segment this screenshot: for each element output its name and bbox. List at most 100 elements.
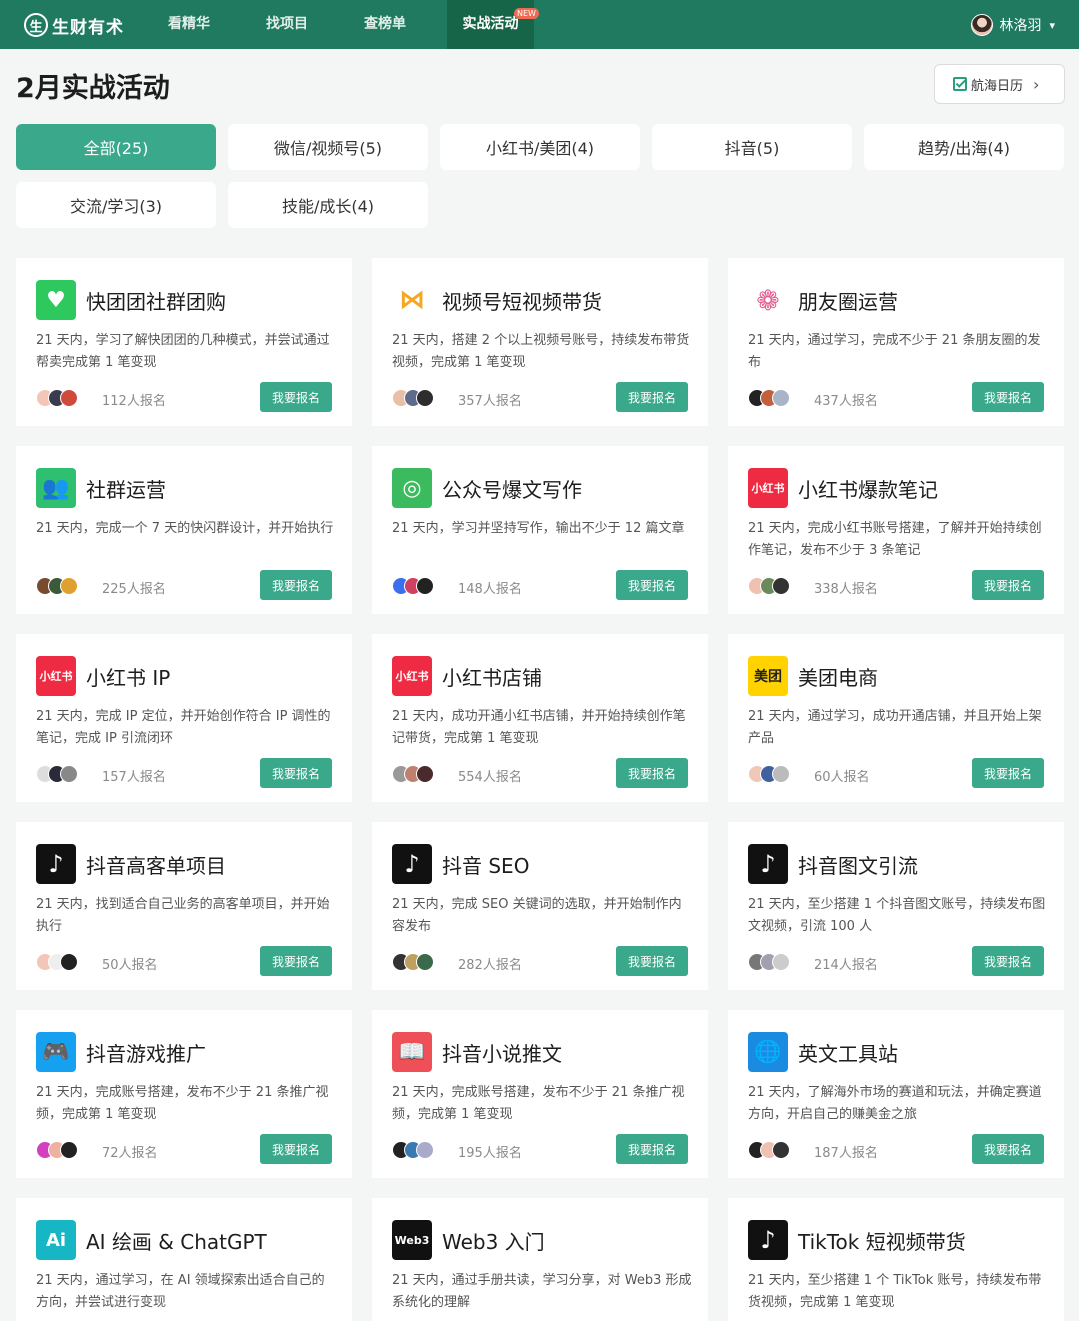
signup-button[interactable]: 我要报名 [616,946,688,976]
activity-card[interactable]: 📖 抖音小说推文 21 天内，完成账号搭建，发布不少于 21 条推广视频，完成第 1… [372,1010,708,1178]
participant-avatars [392,953,442,971]
filter-tab[interactable]: 技能/成长(4) [228,182,428,228]
filter-tab[interactable]: 趋势/出海(4) [864,124,1064,170]
card-header: ♪ 抖音 SEO [392,844,529,884]
site-logo[interactable]: 生 生财有术 [24,11,124,39]
card-description: 21 天内，通过学习，在 AI 领域探索出适合自己的方向，并尝试进行变现 [36,1273,325,1310]
avatar [772,389,790,407]
activity-card[interactable]: 小红书 小红书 IP 21 天内，完成 IP 定位，并开始创作符合 IP 调性的笔记… [16,634,352,802]
nav-activities[interactable]: 实战活动 NEW [447,0,539,49]
calendar-button[interactable]: 航海日历 › [934,64,1065,104]
card-title[interactable]: 抖音 SEO [442,850,529,879]
activity-card[interactable]: Web3 Web3 入门 21 天内，通过手册共读，学习分享，对 Web3 形成系统… [372,1198,708,1321]
avatar [60,389,78,407]
participant-avatars [36,953,86,971]
signup-button[interactable]: 我要报名 [616,570,688,600]
card-footer: 214人报名 我要报名 [748,946,1044,976]
nav-rankings[interactable]: 查榜单 [343,0,427,49]
signup-button[interactable]: 我要报名 [972,570,1044,600]
nav-find-projects[interactable]: 找项目 [245,0,329,49]
participant-avatars [748,765,798,783]
filter-tab[interactable]: 抖音(5) [652,124,852,170]
signup-button[interactable]: 我要报名 [260,758,332,788]
nav-highlights[interactable]: 看精华 [147,0,231,49]
activity-card[interactable]: 👥 社群运营 21 天内，完成一个 7 天的快闪群设计，并开始执行 225人报名 我要报… [16,446,352,614]
card-footer: 187人报名 我要报名 [748,1134,1044,1164]
filter-tab[interactable]: 微信/视频号(5) [228,124,428,170]
card-title[interactable]: 社群运营 [86,474,166,503]
filter-tab[interactable]: 全部(25) [16,124,216,170]
card-title[interactable]: 抖音高客单项目 [86,850,226,879]
nav-activities-label: 实战活动 [462,16,519,32]
card-description: 21 天内，通过学习，成功开通店铺，并且开始上架产品 [748,709,1042,746]
card-header: 小红书 小红书 IP [36,656,170,696]
activity-card[interactable]: 🎮 抖音游戏推广 21 天内，完成账号搭建，发布不少于 21 条推广视频，完成第 1… [16,1010,352,1178]
card-header: 小红书 小红书店铺 [392,656,542,696]
activity-card[interactable]: 小红书 小红书爆款笔记 21 天内，完成小红书账号搭建，了解并开始持续创作笔记，发布… [728,446,1064,614]
signup-button[interactable]: 我要报名 [260,1134,332,1164]
card-title[interactable]: 抖音图文引流 [798,850,918,879]
signup-count: 554人报名 [458,770,522,785]
card-header: 🌐 英文工具站 [748,1032,898,1072]
channels-icon: ⋈ [392,280,432,320]
user-menu[interactable]: 林洛羽 ▾ [971,12,1055,38]
avatar [60,765,78,783]
card-title[interactable]: 抖音游戏推广 [86,1038,206,1067]
activity-card[interactable]: 🌐 英文工具站 21 天内，了解海外市场的赛道和玩法，并确定赛道方向，开启自己的赚美… [728,1010,1064,1178]
card-title[interactable]: 小红书爆款笔记 [798,474,938,503]
card-footer: 195人报名 我要报名 [392,1134,688,1164]
card-title[interactable]: 视频号短视频带货 [442,286,602,315]
card-title[interactable]: Web3 入门 [442,1226,545,1255]
signup-button[interactable]: 我要报名 [972,1134,1044,1164]
card-title[interactable]: 小红书 IP [86,662,170,691]
signup-button[interactable]: 我要报名 [972,758,1044,788]
card-title[interactable]: 小红书店铺 [442,662,542,691]
activity-card[interactable]: ❁ 朋友圈运营 21 天内，通过学习，完成不少于 21 条朋友圈的发布 437人报名 我… [728,258,1064,426]
activity-card[interactable]: ♪ 抖音高客单项目 21 天内，找到适合自己业务的高客单项目，并开始执行 50人报名 我… [16,822,352,990]
card-title[interactable]: 英文工具站 [798,1038,898,1067]
activity-card[interactable]: 美团 美团电商 21 天内，通过学习，成功开通店铺，并且开始上架产品 60人报名 我要报… [728,634,1064,802]
signup-button[interactable]: 我要报名 [972,946,1044,976]
calendar-label: 航海日历 [971,78,1024,94]
signup-button[interactable]: 我要报名 [260,382,332,412]
participant-avatars [36,577,86,595]
activity-card[interactable]: Ai AI 绘画 & ChatGPT 21 天内，通过学习，在 AI 领域探索出适合… [16,1198,352,1321]
card-header: ❁ 朋友圈运营 [748,280,898,320]
activity-card[interactable]: 小红书 小红书店铺 21 天内，成功开通小红书店铺，并开始持续创作笔记带货，完成第 … [372,634,708,802]
activity-card[interactable]: ♥ 快团团社群团购 21 天内，学习了解快团团的几种模式，并尝试通过帮卖完成第 1 … [16,258,352,426]
signup-button[interactable]: 我要报名 [972,382,1044,412]
card-footer: 112人报名 我要报名 [36,382,332,412]
card-description: 21 天内，成功开通小红书店铺，并开始持续创作笔记带货，完成第 1 笔变现 [392,709,686,746]
card-title[interactable]: 朋友圈运营 [798,286,898,315]
card-title[interactable]: 抖音小说推文 [442,1038,562,1067]
card-description: 21 天内，完成小红书账号搭建，了解并开始持续创作笔记，发布不少于 3 条笔记 [748,521,1042,558]
signup-button[interactable]: 我要报名 [616,1134,688,1164]
card-title[interactable]: 美团电商 [798,662,878,691]
signup-count: 357人报名 [458,394,522,409]
user-avatar [971,14,994,36]
signup-button[interactable]: 我要报名 [616,382,688,412]
activity-card[interactable]: ⋈ 视频号短视频带货 21 天内，搭建 2 个以上视频号账号，持续发布带货视频，完成… [372,258,708,426]
card-description: 21 天内，完成账号搭建，发布不少于 21 条推广视频，完成第 1 笔变现 [36,1085,329,1122]
community-icon: 👥 [36,468,76,508]
card-title[interactable]: TikTok 短视频带货 [798,1226,966,1255]
signup-button[interactable]: 我要报名 [616,758,688,788]
signup-button[interactable]: 我要报名 [260,946,332,976]
card-description: 21 天内，至少搭建 1 个 TikTok 账号，持续发布带货视频，完成第 1 … [748,1273,1042,1310]
card-header: 小红书 小红书爆款笔记 [748,468,938,508]
participant-avatars [392,577,442,595]
filter-tab[interactable]: 交流/学习(3) [16,182,216,228]
avatar [772,953,790,971]
participant-avatars [748,953,798,971]
card-title[interactable]: AI 绘画 & ChatGPT [86,1226,267,1255]
activity-card[interactable]: ♪ 抖音 SEO 21 天内，完成 SEO 关键词的选取，并开始制作内容发布 282人… [372,822,708,990]
activity-card[interactable]: ◎ 公众号爆文写作 21 天内，学习并坚持写作，输出不少于 12 篇文章 148人报名… [372,446,708,614]
filter-tab[interactable]: 小红书/美团(4) [440,124,640,170]
card-title[interactable]: 快团团社群团购 [86,286,226,315]
chevron-right-icon: › [1033,74,1040,94]
activity-card[interactable]: ♪ 抖音图文引流 21 天内，至少搭建 1 个抖音图文账号，持续发布图文视频，引流 … [728,822,1064,990]
gamepad-icon: 🎮 [36,1032,76,1072]
signup-button[interactable]: 我要报名 [260,570,332,600]
card-title[interactable]: 公众号爆文写作 [442,474,582,503]
activity-card[interactable]: ♪ TikTok 短视频带货 21 天内，至少搭建 1 个 TikTok 账号，持续… [728,1198,1064,1321]
